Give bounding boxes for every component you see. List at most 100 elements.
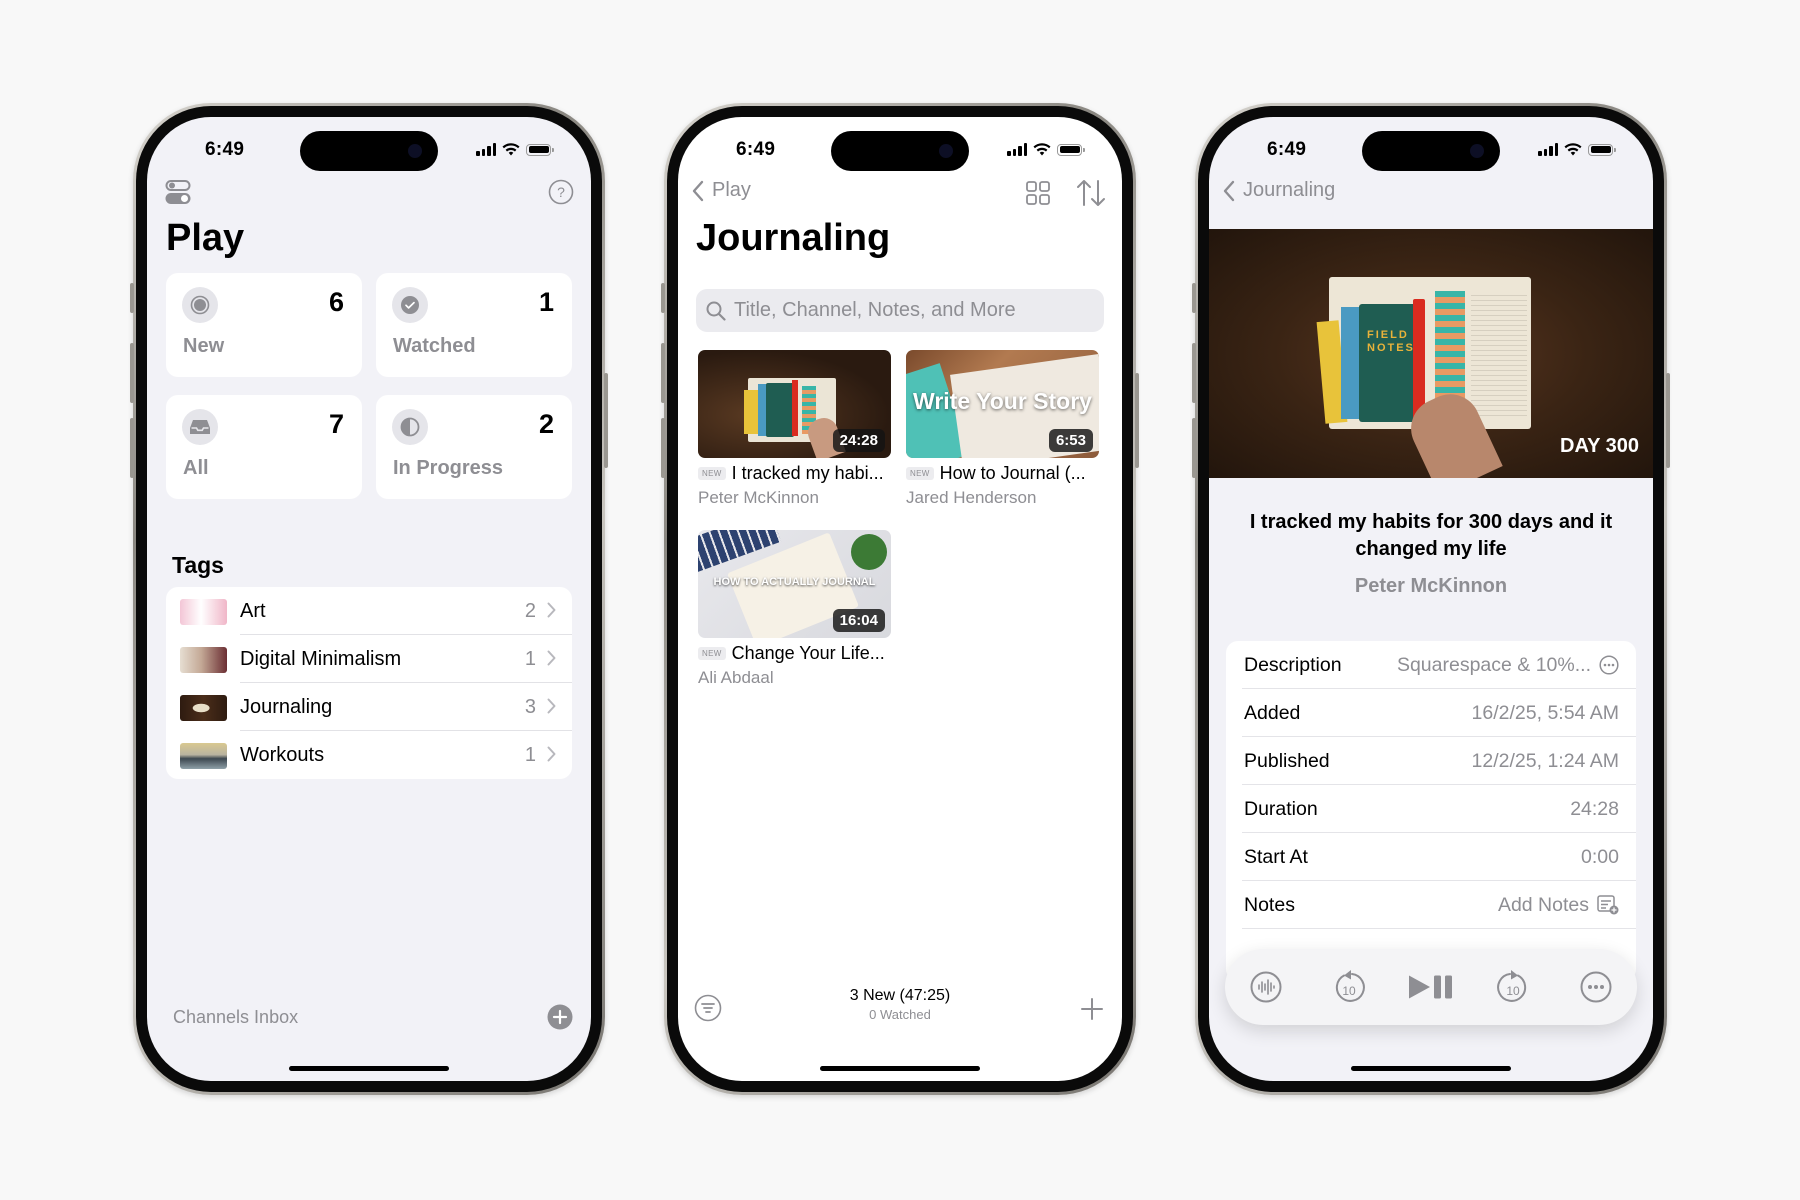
tag-thumbnail (180, 647, 227, 673)
sort-icon[interactable] (1076, 179, 1106, 207)
card-count: 7 (328, 409, 344, 439)
back-button[interactable]: Journaling (1223, 179, 1335, 202)
detail-row-added: Added 16/2/25, 5:54 AM (1226, 689, 1636, 737)
detail-value: 16/2/25, 5:54 AM (1471, 701, 1619, 724)
home-indicator (1351, 1066, 1511, 1071)
battery-icon (1588, 143, 1616, 156)
battery-icon (526, 143, 554, 156)
detail-value: 12/2/25, 1:24 AM (1471, 749, 1619, 772)
summary: 3 New (47:25) 0 Watched (678, 987, 1122, 1022)
detail-key: Description (1244, 653, 1342, 676)
search-field[interactable] (696, 289, 1104, 332)
status-time: 6:49 (736, 139, 776, 160)
play-pause-button[interactable] (1406, 962, 1456, 1012)
more-button[interactable] (1571, 962, 1621, 1012)
add-channel-icon[interactable] (547, 1004, 573, 1030)
new-badge: NEW (698, 647, 726, 660)
detail-row-start-at[interactable]: Start At 0:00 (1226, 833, 1636, 881)
more-icon (1580, 971, 1612, 1003)
add-note-icon[interactable] (1597, 895, 1619, 915)
card-count: 1 (538, 287, 554, 317)
detail-key: Published (1244, 749, 1330, 772)
chevron-left-icon (692, 180, 704, 201)
wifi-icon (502, 143, 520, 156)
toggles-icon[interactable] (165, 179, 191, 205)
thumbnail-overlay-text: HOW TO ACTUALLY JOURNAL (713, 576, 876, 588)
tray-icon (182, 409, 218, 445)
detail-key: Start At (1244, 845, 1308, 868)
video-item[interactable]: Write Your Story 6:53 NEW How to Journal… (906, 350, 1099, 508)
checkmark-circle-icon (392, 287, 428, 323)
playback-controls: 10 10 (1225, 949, 1637, 1025)
status-time: 6:49 (205, 139, 245, 160)
page-title: Journaling (696, 217, 891, 259)
video-title: How to Journal (... (939, 463, 1086, 483)
video-title: Change Your Life... (731, 643, 885, 663)
card-all[interactable]: 7 All (166, 395, 362, 499)
card-count: 2 (538, 409, 554, 439)
dynamic-island (300, 131, 438, 171)
phone-journaling-list: 6:49 Play Journaling Title, Channel, Not… (661, 103, 1139, 1095)
tag-row-digital-minimalism[interactable]: Digital Minimalism 1 (166, 635, 572, 683)
skip-forward-button[interactable]: 10 (1488, 962, 1538, 1012)
card-label: Watched (393, 335, 476, 357)
add-icon[interactable] (1080, 997, 1104, 1021)
chevron-right-icon (547, 698, 556, 714)
chevron-right-icon (547, 602, 556, 618)
tag-row-journaling[interactable]: Journaling 3 (166, 683, 572, 731)
channels-inbox-label[interactable]: Channels Inbox (173, 1007, 298, 1028)
duration-badge: 24:28 (832, 429, 885, 452)
chevron-right-icon (547, 650, 556, 666)
back-button[interactable]: Play (692, 179, 751, 202)
detail-row-description[interactable]: Description Squarespace & 10%... (1226, 641, 1636, 689)
tag-name: Journaling (240, 695, 333, 718)
svg-text:10: 10 (1342, 984, 1356, 998)
screen-video-detail: 6:49 Journaling FIELD NOTES DAY 300 I tra… (1209, 117, 1653, 1081)
tag-thumbnail (180, 695, 227, 721)
detail-value: Squarespace & 10%... (1396, 653, 1591, 676)
tags-list: Art 2 Digital Minimalism 1 Journaling 3 (166, 587, 572, 779)
tag-row-workouts[interactable]: Workouts 1 (166, 731, 572, 779)
screen-journaling-list: 6:49 Play Journaling Title, Channel, Not… (678, 117, 1122, 1081)
play-pause-icon (1408, 975, 1452, 999)
dynamic-island (831, 131, 969, 171)
tag-count: 1 (524, 647, 536, 670)
skip-back-button[interactable]: 10 (1324, 962, 1374, 1012)
waveform-button[interactable] (1241, 962, 1291, 1012)
record-circle-icon (182, 287, 218, 323)
help-icon[interactable]: ? (548, 179, 574, 205)
cellular-signal-icon (1007, 143, 1027, 156)
tag-name: Digital Minimalism (240, 647, 402, 670)
detail-row-notes[interactable]: Notes Add Notes (1226, 881, 1636, 929)
card-label: All (183, 457, 209, 479)
ellipsis-circle-icon[interactable] (1599, 655, 1619, 675)
video-hero-image[interactable]: FIELD NOTES DAY 300 (1209, 229, 1653, 478)
page-title: Play (166, 217, 245, 259)
grid-view-icon[interactable] (1026, 181, 1050, 205)
tag-count: 2 (524, 599, 536, 622)
tag-name: Art (240, 599, 266, 622)
tags-header: Tags (172, 552, 224, 578)
tag-row-art[interactable]: Art 2 (166, 587, 572, 635)
phone-video-detail: 6:49 Journaling FIELD NOTES DAY 300 I tra… (1192, 103, 1670, 1095)
video-item[interactable]: HOW TO ACTUALLY JOURNAL 16:04 NEW Change… (698, 530, 891, 688)
card-watched[interactable]: 1 Watched (376, 273, 572, 377)
video-item[interactable]: 24:28 NEW I tracked my habi... Peter McK… (698, 350, 891, 508)
search-input[interactable] (732, 298, 1096, 323)
card-in-progress[interactable]: 2 In Progress (376, 395, 572, 499)
tag-count: 3 (524, 695, 536, 718)
svg-text:?: ? (557, 184, 565, 200)
skip-back-10-icon: 10 (1335, 970, 1365, 1002)
svg-text:10: 10 (1507, 984, 1521, 998)
wifi-icon (1033, 143, 1051, 156)
video-channel: Peter McKinnon (698, 488, 819, 507)
detail-key: Duration (1244, 797, 1318, 820)
video-thumbnail: Write Your Story 6:53 (906, 350, 1099, 458)
home-indicator (289, 1066, 449, 1071)
card-new[interactable]: 6 New (166, 273, 362, 377)
video-channel: Ali Abdaal (698, 668, 774, 687)
chevron-left-icon (1223, 180, 1235, 201)
tag-thumbnail (180, 599, 227, 625)
detail-row-published: Published 12/2/25, 1:24 AM (1226, 737, 1636, 785)
video-channel[interactable]: Peter McKinnon (1209, 575, 1653, 598)
